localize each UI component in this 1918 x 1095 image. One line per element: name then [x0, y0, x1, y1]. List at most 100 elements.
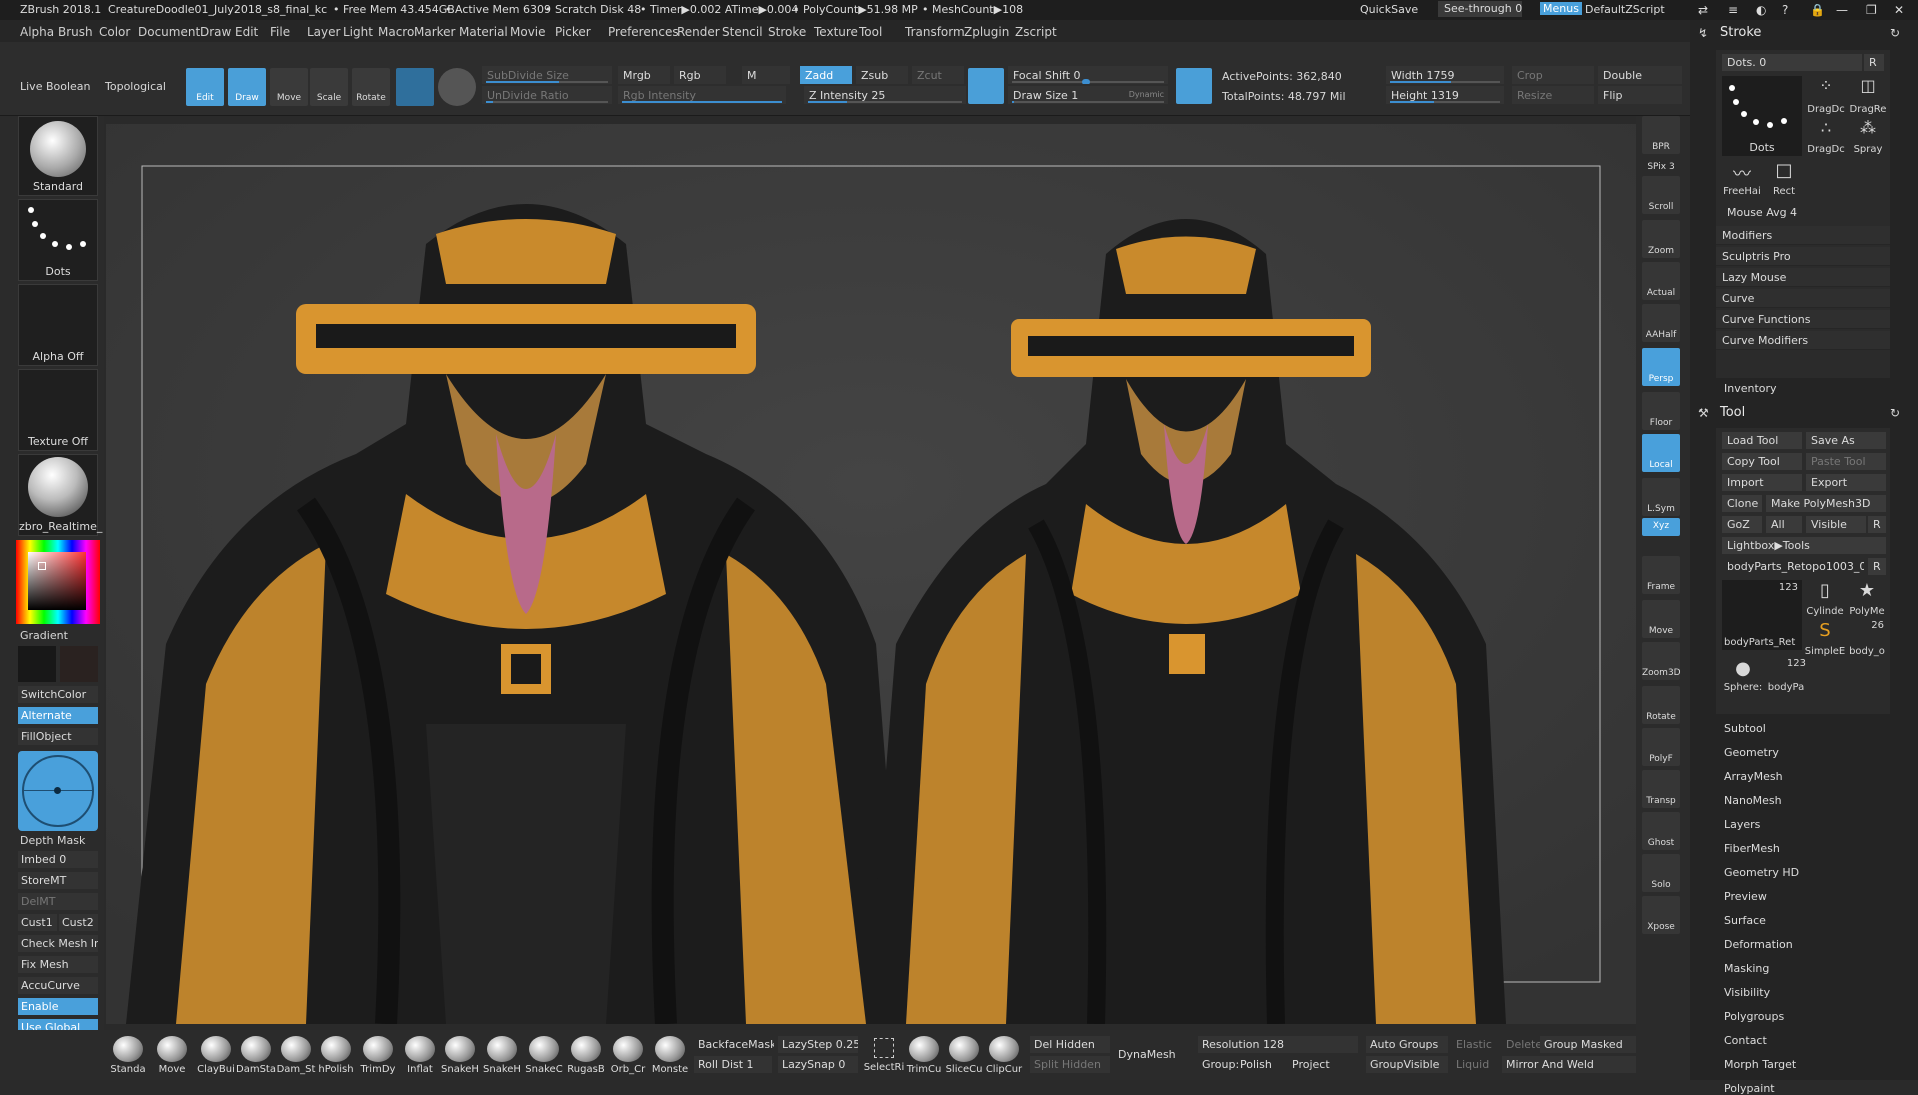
roll-dist-slider[interactable]: Roll Dist 1	[694, 1056, 772, 1073]
main-color-swatch[interactable]	[18, 646, 56, 682]
secondary-color-swatch[interactable]	[60, 646, 98, 682]
double-button[interactable]: Double	[1598, 66, 1682, 84]
brush-shelf-item[interactable]: Dam_St	[274, 1032, 318, 1078]
clipcurve-button[interactable]: ClipCur	[982, 1032, 1026, 1078]
shelf-frame[interactable]: Frame	[1642, 556, 1680, 594]
tool-subpalette-arraymesh[interactable]: ArrayMesh	[1724, 770, 1783, 783]
check-mesh-button[interactable]: Check Mesh In	[18, 935, 98, 952]
edit-button[interactable]: Edit	[186, 68, 224, 106]
load-tool-button[interactable]: Load Tool	[1722, 432, 1802, 449]
lazystep-slider[interactable]: LazyStep 0.25	[778, 1036, 858, 1053]
shelf-zoom[interactable]: Zoom	[1642, 220, 1680, 258]
groupvisible-button[interactable]: GroupVisible	[1366, 1056, 1448, 1073]
color-square[interactable]	[28, 552, 86, 610]
depth-mask-widget[interactable]	[18, 751, 98, 831]
project-button[interactable]: Project	[1288, 1056, 1348, 1073]
zadd-button[interactable]: Zadd	[800, 66, 852, 84]
stroke-subpalette-curve[interactable]: Curve	[1716, 289, 1890, 308]
current-tool-thumb[interactable]: 123 bodyParts_Ret	[1722, 580, 1802, 650]
brush-shelf-item[interactable]: Orb_Cr	[606, 1032, 650, 1078]
menu-alpha[interactable]: Alpha	[20, 25, 54, 39]
tool-subpalette-layers[interactable]: Layers	[1724, 818, 1760, 831]
delete-button[interactable]: Delete	[1502, 1036, 1542, 1053]
topological-button[interactable]: Topological	[105, 80, 166, 93]
shelf-bpr[interactable]: BPR	[1642, 116, 1680, 154]
tool-subpalette-masking[interactable]: Masking	[1724, 962, 1769, 975]
resolution-slider[interactable]: Resolution 128	[1198, 1036, 1358, 1053]
rect-stroke-thumb[interactable]: □ Rect	[1764, 160, 1804, 200]
fix-mesh-button[interactable]: Fix Mesh	[18, 956, 98, 973]
alpha-picker[interactable]: Alpha Off	[18, 284, 98, 366]
gradient-label[interactable]: Gradient	[20, 629, 68, 642]
body-tool-thumb[interactable]: 26 body_o	[1846, 620, 1888, 660]
stroke-subpalette-modifiers[interactable]: Modifiers	[1716, 226, 1890, 245]
tool-subpalette-contact[interactable]: Contact	[1724, 1034, 1767, 1047]
group-masked-button[interactable]: Group Masked	[1540, 1036, 1636, 1053]
mirror-weld-button[interactable]: Mirror And Weld	[1502, 1056, 1636, 1073]
menu-tool[interactable]: Tool	[859, 25, 882, 39]
brush-picker[interactable]: Standard	[18, 116, 98, 196]
m-button[interactable]: M	[742, 66, 790, 84]
make-polymesh-button[interactable]: Make PolyMesh3D	[1766, 495, 1886, 512]
material-sphere-icon[interactable]	[438, 68, 476, 106]
dragdot2-stroke-thumb[interactable]: ∴ DragDc	[1806, 118, 1846, 158]
rgb-button[interactable]: Rgb	[674, 66, 726, 84]
height-slider[interactable]: Height 1319	[1386, 86, 1504, 104]
menu-stroke[interactable]: Stroke	[768, 25, 806, 39]
lazysnap-slider[interactable]: LazySnap 0	[778, 1056, 858, 1073]
brush-shelf-item[interactable]: RugasB	[564, 1032, 608, 1078]
tool-subpalette-surface[interactable]: Surface	[1724, 914, 1766, 927]
lock-icon[interactable]: 🔒	[1810, 3, 1825, 17]
dragdot-stroke-thumb[interactable]: ⁘ DragDc	[1806, 76, 1846, 118]
quicksave-button[interactable]: QuickSave	[1360, 3, 1418, 16]
menu-zplugin[interactable]: Zplugin	[964, 25, 1009, 39]
menu-macro[interactable]: Macro	[378, 25, 414, 39]
shelf-xyz[interactable]: Xyz	[1642, 518, 1680, 536]
tool-subpalette-polygroups[interactable]: Polygroups	[1724, 1010, 1784, 1023]
z-intensity-slider[interactable]: Z Intensity 25	[804, 86, 966, 104]
shelf-persp[interactable]: Persp	[1642, 348, 1680, 386]
brush-shelf-item[interactable]: Standa	[106, 1032, 150, 1078]
shelf-spix-3[interactable]: SPix 3	[1642, 160, 1680, 176]
goz-button[interactable]: GoZ	[1722, 516, 1762, 533]
shelf-polyf[interactable]: PolyF	[1642, 728, 1680, 766]
stroke-subpalette-sculptris-pro[interactable]: Sculptris Pro	[1716, 247, 1890, 266]
move-button[interactable]: Move	[270, 68, 308, 106]
backfacemask-button[interactable]: BackfaceMask	[694, 1036, 774, 1053]
copy-tool-button[interactable]: Copy Tool	[1722, 453, 1802, 470]
help-icon[interactable]: ?	[1782, 3, 1788, 17]
rotate-button[interactable]: Rotate	[352, 68, 390, 106]
shelf-local[interactable]: Local	[1642, 434, 1680, 472]
shelf-ghost[interactable]: Ghost	[1642, 812, 1680, 850]
shelf-zoom3d[interactable]: Zoom3D	[1642, 642, 1681, 680]
zsub-button[interactable]: Zsub	[856, 66, 908, 84]
scale-button[interactable]: Scale	[310, 68, 348, 106]
selectrect-button[interactable]: SelectRi	[862, 1032, 906, 1078]
rgb-intensity-slider[interactable]: Rgb Intensity	[618, 86, 786, 104]
texture-picker[interactable]: Texture Off	[18, 369, 98, 451]
switchcolor-button[interactable]: SwitchColor	[18, 686, 98, 703]
tool-subpalette-geometry[interactable]: Geometry	[1724, 746, 1779, 759]
live-boolean-button[interactable]: Live Boolean	[20, 80, 91, 93]
auto-groups-button[interactable]: Auto Groups	[1366, 1036, 1448, 1053]
tool-subpalette-polypaint[interactable]: Polypaint	[1724, 1082, 1775, 1095]
freehand-stroke-thumb[interactable]: 〰 FreeHai	[1722, 160, 1762, 200]
color-picker[interactable]	[16, 540, 100, 624]
tool-refresh-icon[interactable]: ↻	[1890, 406, 1900, 420]
brush-shelf-item[interactable]: SnakeH	[438, 1032, 482, 1078]
brush-shelf-item[interactable]: hPolish	[314, 1032, 358, 1078]
goz-reset-button[interactable]: R	[1868, 516, 1886, 533]
shelf-xpose[interactable]: Xpose	[1642, 896, 1680, 934]
dynamic-button[interactable]: Dynamic	[1129, 90, 1164, 99]
menu-stencil[interactable]: Stencil	[722, 25, 763, 39]
imbed-slider[interactable]: Imbed 0	[18, 851, 98, 868]
close-icon[interactable]: ✕	[1894, 3, 1904, 17]
elastic-button[interactable]: Elastic	[1452, 1036, 1498, 1053]
mrgb-button[interactable]: Mrgb	[618, 66, 670, 84]
menu-marker[interactable]: Marker	[414, 25, 455, 39]
brush-shelf-item[interactable]: Move	[150, 1032, 194, 1078]
menu-document[interactable]: Document	[138, 25, 200, 39]
tool-subpalette-subtool[interactable]: Subtool	[1724, 722, 1766, 735]
viewport-canvas[interactable]	[106, 124, 1636, 1024]
menu-transform[interactable]: Transform	[905, 25, 965, 39]
